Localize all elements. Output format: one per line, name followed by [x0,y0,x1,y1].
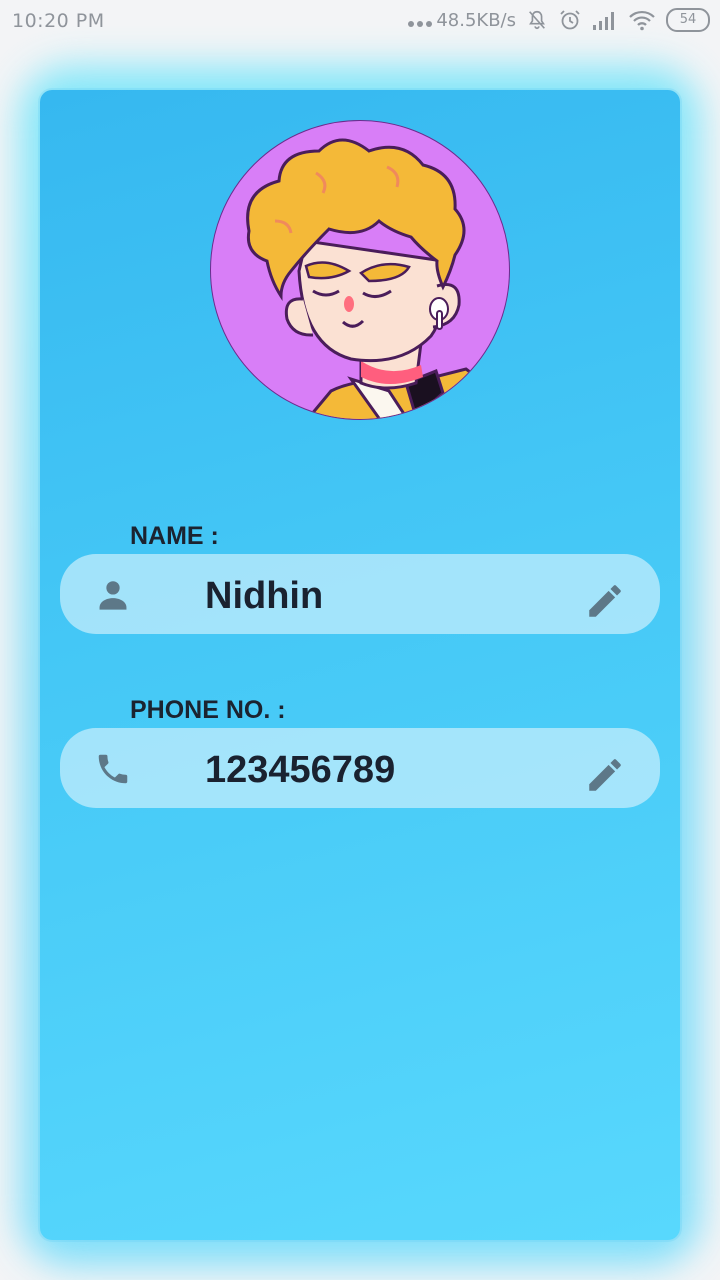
status-icons: 48.5KB/s 54 [408,8,710,32]
status-bar: 10:20 PM 48.5KB/s 54 [0,0,720,48]
battery-icon: 54 [666,8,710,32]
edit-icon[interactable] [584,580,626,622]
phone-value: 123456789 [205,749,396,791]
phone-icon [98,754,128,784]
status-time: 10:20 PM [12,10,105,32]
phone-field[interactable]: 123456789 [60,728,660,808]
name-field[interactable]: Nidhin [60,554,660,634]
name-value: Nidhin [205,575,324,617]
phone-label: PHONE NO. : [130,696,286,724]
name-label: NAME : [130,522,219,550]
wifi-icon [629,10,655,31]
muted-bell-icon [529,10,545,30]
dots-icon [408,21,433,27]
network-speed: 48.5KB/s [436,9,516,31]
person-icon [99,581,127,610]
avatar-illustration [246,138,502,419]
signal-icon [593,12,614,30]
avatar[interactable] [210,120,510,420]
alarm-icon [560,10,580,30]
profile-card: NAME : Nidhin PHONE NO. : 123456789 [40,90,680,1240]
edit-icon[interactable] [584,754,626,796]
